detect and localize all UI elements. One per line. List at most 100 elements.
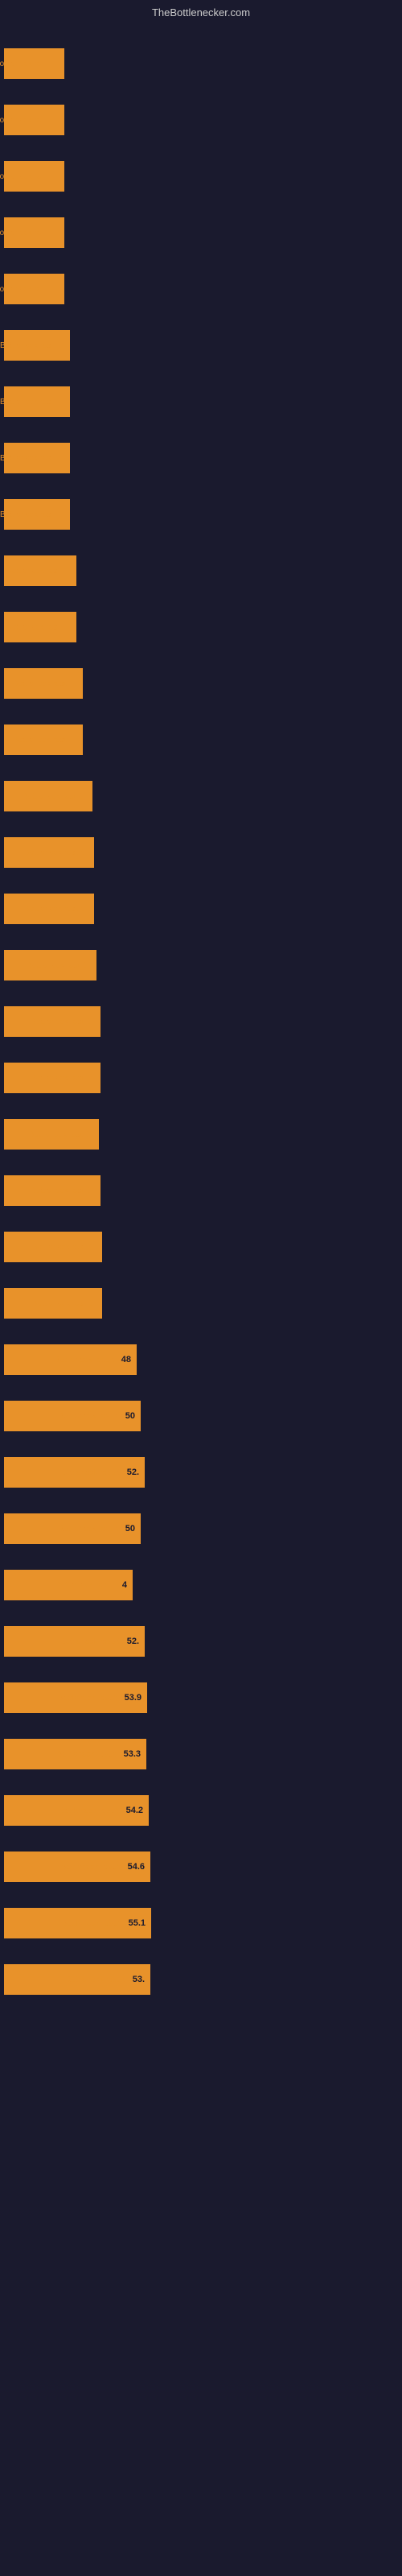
bar: Bottleneck resu [4, 668, 83, 699]
bar-row-label: Bottleneck res [0, 510, 67, 519]
row-spacer [4, 1551, 394, 1564]
bar: Bottleneck result [4, 950, 96, 980]
bar-container: Bottleneck result48 [4, 1344, 137, 1375]
bar-row-label: Bottleneck result [54, 1581, 122, 1590]
bar-row: Bottleneck result52. [4, 1451, 394, 1493]
bar-row: Bottleneck result [4, 1226, 394, 1268]
bar-container: Bottleneck re [4, 48, 64, 79]
bar-row-label: Bottleneck res [5, 567, 73, 576]
bar-row: Bottleneck res [4, 381, 394, 423]
bar: Bottleneck result [4, 1175, 100, 1206]
bar-container: Bottleneck re [4, 105, 64, 135]
bar-row: Bottleneck res [4, 606, 394, 648]
row-spacer [4, 1777, 394, 1790]
bar-container: Bottleneck result [4, 1063, 100, 1093]
bar-row: Bottleneck result55.1 [4, 1902, 394, 1944]
bar: Bottleneck res [4, 499, 70, 530]
row-spacer [4, 481, 394, 493]
bar-row-label: Bottleneck re [0, 60, 61, 68]
bar-row-label: Bottleneck resu [11, 679, 80, 688]
bar-container: Bottleneck re [4, 161, 64, 192]
bar-container: Bottleneck re [4, 274, 64, 304]
bar: Bottleneck re [4, 217, 64, 248]
bar-row: Bottleneck result [4, 832, 394, 873]
row-spacer [4, 1833, 394, 1846]
bar-row: Bottleneck re [4, 212, 394, 254]
bar-row-label: Bottleneck result [58, 1806, 126, 1815]
bar-container: Bottleneck result55.1 [4, 1908, 151, 1938]
bar-container: Bottleneck result [4, 837, 94, 868]
bar: Bottleneck result54.6 [4, 1852, 150, 1882]
row-spacer [4, 593, 394, 606]
bar-row: Bottleneck res [4, 437, 394, 479]
bar: Bottleneck re [4, 48, 64, 79]
bar: Bottleneck result48 [4, 1344, 137, 1375]
row-spacer [4, 1889, 394, 1902]
bar-row-label: Bottleneck result [64, 1975, 133, 1984]
bar-row: Bottleneck result53.9 [4, 1677, 394, 1719]
row-spacer [4, 819, 394, 832]
bar-container: Bottleneck res [4, 612, 76, 642]
bar-row-label: Bottleneck resu [11, 736, 80, 745]
bar-row-label: Bottleneck res [5, 623, 73, 632]
bar-container: Bottleneck result4 [4, 1570, 133, 1600]
bar-value-label: 54.2 [126, 1806, 146, 1815]
row-spacer [4, 86, 394, 99]
bar: Bottleneck result [4, 781, 92, 811]
bar-container: Bottleneck result53.9 [4, 1682, 147, 1713]
bar-row: Bottleneck res [4, 324, 394, 366]
bar-row-label: Bottleneck result [55, 1750, 124, 1759]
row-spacer [4, 1157, 394, 1170]
bar-row-label: Bottleneck re [0, 172, 61, 181]
row-spacer [4, 1100, 394, 1113]
bar: Bottleneck re [4, 161, 64, 192]
bar-row-label: Bottleneck res [0, 398, 67, 407]
bar-row-label: Bottleneck result [27, 1130, 96, 1139]
bar-row-label: Bottleneck result [59, 1637, 127, 1646]
bar-row-label: Bottleneck result [59, 1863, 128, 1872]
row-spacer [4, 931, 394, 944]
bar: Bottleneck result55.1 [4, 1908, 151, 1938]
bar-row: Bottleneck result [4, 1057, 394, 1099]
bar-row-label: Bottleneck result [56, 1694, 125, 1703]
bar: Bottleneck result52. [4, 1457, 145, 1488]
bar: Bottleneck result50 [4, 1513, 141, 1544]
bar-container: Bottleneck resu [4, 724, 83, 755]
bar-container: Bottleneck result [4, 894, 94, 924]
row-spacer [4, 1044, 394, 1057]
row-spacer [4, 1269, 394, 1282]
bar-row: Bottleneck result50 [4, 1395, 394, 1437]
bar-container: Bottleneck result [4, 781, 92, 811]
bar-row: Bottleneck result54.2 [4, 1790, 394, 1831]
bar-row: Bottleneck result [4, 944, 394, 986]
bar-row: Bottleneck result54.6 [4, 1846, 394, 1888]
bar-row: Bottleneck resu [4, 719, 394, 761]
bar: Bottleneck result53. [4, 1964, 150, 1995]
bar-row: Bottleneck resu [4, 663, 394, 704]
bar-container: Bottleneck result54.2 [4, 1795, 149, 1826]
bar-row: Bottleneck result50 [4, 1508, 394, 1550]
bar-row: Bottleneck re [4, 43, 394, 85]
row-spacer [4, 762, 394, 775]
row-spacer [4, 1439, 394, 1451]
bar-container: Bottleneck res [4, 499, 70, 530]
bar-value-label: 50 [125, 1524, 137, 1534]
bar-row-label: Bottleneck result [60, 1919, 129, 1928]
bar-container: Bottleneck result50 [4, 1513, 141, 1544]
bar-value-label: 54.6 [128, 1862, 147, 1872]
bar-value-label: 48 [121, 1355, 133, 1364]
bar: Bottleneck re [4, 274, 64, 304]
bar: Bottleneck result [4, 1006, 100, 1037]
bar-value-label: 52. [127, 1637, 142, 1646]
bar: Bottleneck result53.3 [4, 1739, 146, 1769]
row-spacer [4, 30, 394, 43]
row-spacer [4, 1213, 394, 1226]
bar-row: Bottleneck re [4, 155, 394, 197]
row-spacer [4, 312, 394, 324]
row-spacer [4, 1495, 394, 1508]
row-spacer [4, 1664, 394, 1677]
row-spacer [4, 1720, 394, 1733]
bar-row-label: Bottleneck result [31, 1243, 99, 1252]
row-spacer [4, 199, 394, 212]
bar-row-label: Bottleneck res [0, 341, 67, 350]
